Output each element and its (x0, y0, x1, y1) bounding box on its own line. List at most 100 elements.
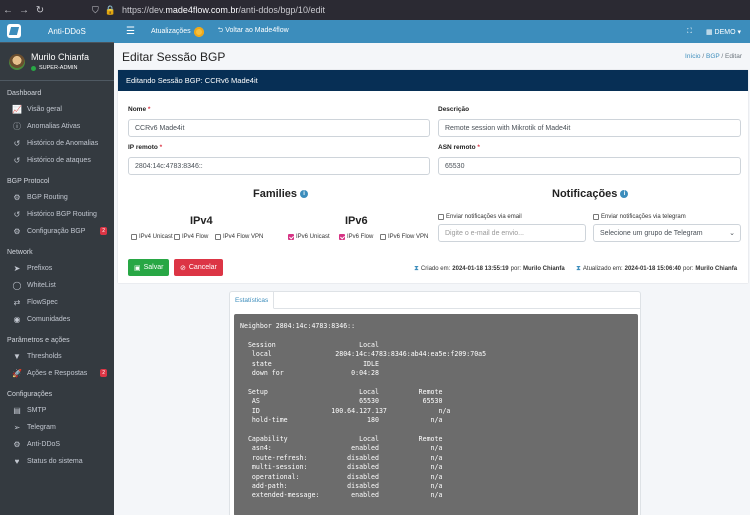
sidebar-item-label: Configuração BGP (27, 228, 86, 235)
family-checkbox[interactable]: IPv4 Flow VPN (215, 234, 263, 240)
breadcrumb-home[interactable]: Início (685, 53, 701, 60)
family-checkbox[interactable]: IPv6 Flow (339, 234, 373, 240)
sidebar-item[interactable]: ↺ Histórico de Anomalias (0, 135, 114, 152)
updated-at: 2024-01-18 15:06:40 (624, 266, 682, 272)
sidebar-section-title: Network (7, 249, 33, 256)
menu-toggle-icon[interactable]: ☰ (126, 26, 135, 37)
address-bar[interactable]: ⛉ 🔒 https://dev.made4flow.com.br/anti-dd… (92, 5, 325, 16)
updated-info: ⧗ Atualizado em: 2024-01-18 15:06:40 por: Mu… (576, 265, 737, 273)
checkbox-box[interactable] (438, 214, 444, 220)
tab-divider (230, 308, 640, 309)
sidebar-item[interactable]: ↺ Histórico de ataques (0, 152, 114, 169)
sidebar-item[interactable]: ▤ SMTP (0, 402, 114, 419)
info-circle-icon: ⓘ (13, 122, 21, 131)
fullscreen-icon[interactable]: ⛶ (687, 28, 692, 36)
cogs-icon: ⚙ (13, 440, 21, 449)
family-checkbox-label: IPv6 Unicast (296, 234, 330, 240)
tab-estatisticas[interactable]: Estatísticas (230, 292, 275, 309)
circle-icon: ◯ (12, 281, 22, 290)
count-badge: 2 (100, 227, 107, 235)
back-label: Voltar ao Made4flow (225, 27, 289, 34)
sidebar-item-label: Anti-DDoS (27, 441, 61, 448)
descricao-input[interactable]: Remote session with Mikrotik of Made4it (438, 119, 741, 137)
sidebar-item[interactable]: ♥ Status do sistema (0, 453, 114, 470)
sidebar-item[interactable]: ◉ Comunidades (0, 311, 114, 328)
globe-icon: ◉ (13, 315, 21, 324)
history-icon: ↺ (13, 139, 21, 148)
sidebar-item-label: FlowSpec (27, 299, 58, 306)
sidebar-item[interactable]: ⚙ BGP Routing (0, 189, 114, 206)
checkbox-box[interactable] (380, 234, 386, 240)
info-icon[interactable]: i (620, 190, 629, 198)
email-notification-checkbox[interactable]: Enviar notificações via email (438, 214, 522, 220)
filter-icon: ⇄ (13, 298, 21, 307)
sidebar-item[interactable]: ➢ Telegram (0, 419, 114, 436)
card-header: Editando Sessão BGP: CCRv6 Made4it (118, 70, 748, 91)
checkbox-box[interactable] (174, 234, 180, 240)
hourglass-icon: ⧗ (576, 265, 581, 272)
sidebar-section-title: Dashboard (7, 90, 42, 97)
breadcrumb-current: Editar (725, 53, 742, 60)
statistics-panel: Estatísticas Neighbor 2804:14c:4783:8346… (229, 291, 641, 515)
content-header: Editar Sessão BGP Início / BGP / Editar (114, 43, 750, 70)
sidebar-item[interactable]: 📈 Visão geral (0, 101, 114, 118)
sidebar-nav: Dashboard 📈 Visão geral ⓘ Anomalias Ativas ↺ H… (0, 81, 114, 470)
family-checkbox[interactable]: IPv4 Unicast (131, 234, 173, 240)
family-checkbox[interactable]: IPv4 Flow (174, 234, 208, 240)
ip-remoto-input[interactable]: 2804:14c:4783:8346:: (128, 157, 430, 175)
checkbox-box[interactable] (339, 234, 345, 240)
sidebar-item[interactable]: 🚀 Ações e Respostas 2 (0, 365, 114, 382)
family-checkbox[interactable]: IPv6 Unicast (288, 234, 330, 240)
count-badge: 2 (100, 369, 107, 377)
sidebar-item[interactable]: ➤ Prefixos (0, 260, 114, 277)
telegram-group-select[interactable]: Selecione um grupo de Telegram ⌄ (593, 224, 741, 242)
brand-link[interactable]: Anti-DDoS (0, 20, 114, 43)
sidebar-item[interactable]: ⓘ Anomalias Ativas (0, 118, 114, 135)
nome-input[interactable]: CCRv6 Made4it (128, 119, 430, 137)
cog-icon: ⚙ (13, 227, 21, 236)
caret-down-icon: ▾ (737, 28, 741, 36)
filter-icon: ▼ (13, 352, 21, 361)
bgp-neighbor-output: Neighbor 2804:14c:4783:8346:: Session Lo… (234, 314, 638, 515)
sidebar-item-label: Anomalias Ativas (27, 123, 81, 130)
chart-line-icon: 📈 (12, 105, 22, 114)
updated-by-label: por: (683, 266, 694, 272)
sidebar-item[interactable]: ⚙ Configuração BGP 2 (0, 223, 114, 240)
sidebar: Anti-DDoS Murilo Chianfa SUPER-ADMIN Das… (0, 20, 114, 515)
save-button[interactable]: ▣ Salvar (128, 259, 170, 276)
rocket-icon: 🚀 (12, 369, 22, 378)
breadcrumb-bgp[interactable]: BGP (706, 53, 720, 60)
family-checkbox-label: IPv6 Flow (347, 234, 374, 240)
back-to-made4flow-link[interactable]: ⮌ Voltar ao Made4flow (218, 26, 289, 37)
telegram-notification-checkbox[interactable]: Enviar notificações via telegram (593, 214, 686, 220)
sidebar-item[interactable]: ▼ Thresholds (0, 348, 114, 365)
checkbox-box[interactable] (215, 234, 221, 240)
chevron-down-icon: ⌄ (729, 230, 735, 237)
info-icon[interactable]: i (300, 190, 309, 198)
account-menu[interactable]: ▦ DEMO ▾ (706, 28, 741, 36)
asn-remoto-input[interactable]: 65530 (438, 157, 741, 175)
email-input[interactable]: Digite o e-mail de envio... (438, 224, 586, 242)
user-panel[interactable]: Murilo Chianfa SUPER-ADMIN (0, 43, 114, 81)
checkbox-box[interactable] (288, 234, 294, 240)
sidebar-item[interactable]: ⚙ Anti-DDoS (0, 436, 114, 453)
family-checkbox[interactable]: IPv6 Flow VPN (380, 234, 428, 240)
back-arrow-icon[interactable]: ← (0, 5, 16, 16)
sidebar-item[interactable]: ↺ Histórico BGP Routing (0, 206, 114, 223)
updates-link[interactable]: Atualizações (151, 26, 204, 37)
notificacoes-title: Notificações i (552, 188, 629, 200)
shield-icon: ⛉ (92, 4, 99, 15)
sidebar-item[interactable]: ⇄ FlowSpec (0, 294, 114, 311)
checkbox-box[interactable] (131, 234, 137, 240)
cancel-button[interactable]: ⊘ Cancelar (174, 259, 223, 276)
sidebar-section-title: BGP Protocol (7, 178, 50, 185)
created-by-label: por: (510, 266, 521, 272)
sidebar-item-label: Telegram (27, 424, 56, 431)
checkbox-box[interactable] (593, 214, 599, 220)
user-name: Murilo Chianfa (31, 52, 90, 62)
sidebar-item-label: Prefixos (27, 265, 53, 272)
family-checkbox-label: IPv6 Flow VPN (388, 234, 429, 240)
forward-arrow-icon[interactable]: → (16, 5, 32, 16)
reload-icon[interactable]: ↻ (32, 5, 48, 16)
sidebar-item[interactable]: ◯ WhiteList (0, 277, 114, 294)
